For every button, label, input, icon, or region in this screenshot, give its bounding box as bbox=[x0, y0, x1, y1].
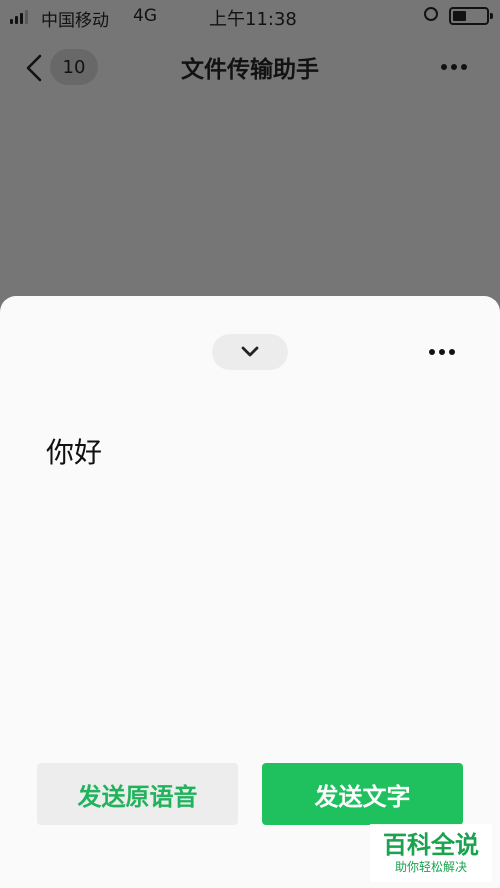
send-original-voice-button[interactable]: 发送原语音 bbox=[37, 763, 238, 825]
signal-icon bbox=[10, 10, 28, 24]
alarm-icon bbox=[424, 7, 438, 21]
chat-header: 10 文件传输助手 bbox=[0, 32, 500, 102]
voice-to-text-sheet: 你好 发送原语音 发送文字 bbox=[0, 296, 500, 888]
chevron-down-icon bbox=[241, 346, 259, 357]
carrier-name: 中国移动 bbox=[41, 11, 109, 31]
chat-title: 文件传输助手 bbox=[181, 57, 319, 83]
more-icon[interactable] bbox=[441, 64, 467, 70]
send-text-button[interactable]: 发送文字 bbox=[262, 763, 463, 825]
sheet-more-icon[interactable] bbox=[429, 349, 455, 355]
status-time: 上午11:38 bbox=[209, 9, 297, 30]
status-bar: 中国移动 4G 上午11:38 bbox=[0, 0, 500, 32]
watermark-title: 百科全说 bbox=[383, 831, 479, 859]
network-type: 4G bbox=[133, 6, 157, 26]
watermark-subtitle: 助你轻松解决 bbox=[394, 860, 467, 874]
collapse-button[interactable] bbox=[212, 334, 288, 370]
transcript-text: 你好 bbox=[46, 436, 103, 469]
battery-icon bbox=[449, 7, 493, 25]
watermark-logo: 百科全说 助你轻松解决 bbox=[370, 824, 492, 882]
